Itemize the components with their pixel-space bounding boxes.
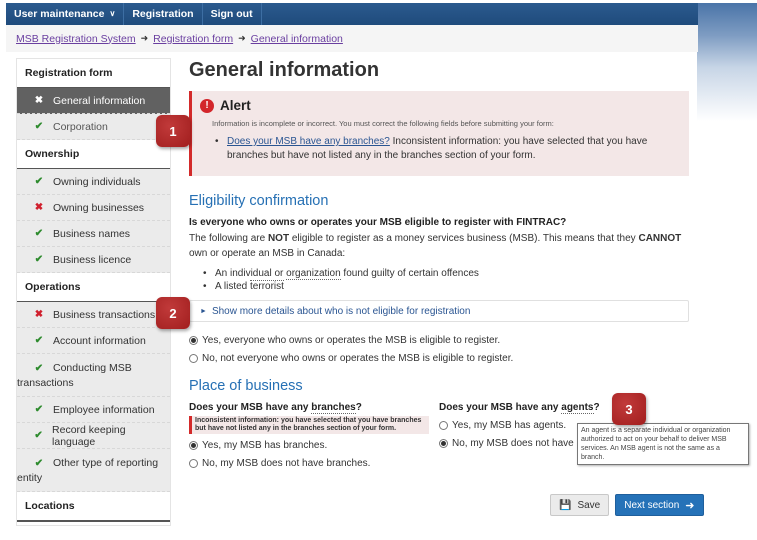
triangle-right-icon: ►: [200, 307, 207, 315]
branches-radio-yes[interactable]: Yes, my MSB has branches.: [189, 436, 439, 454]
check-icon: ✔: [34, 335, 44, 346]
sidebar-item-owning-businesses[interactable]: ✖ Owning businesses: [17, 195, 170, 221]
chevron-down-icon: ∨: [109, 9, 116, 18]
sidebar-heading-operations: Operations: [17, 273, 170, 302]
place-of-business-heading: Place of business: [189, 378, 303, 394]
sidebar-heading-ownership: Ownership: [17, 140, 170, 169]
sidebar-item-other-type-of-reporting-entity[interactable]: ✔ Other type of reporting entity: [17, 449, 170, 492]
sidebar-item-record-keeping-language[interactable]: ✔ Record keeping language: [17, 423, 170, 449]
error-icon: ✖: [34, 202, 44, 213]
branches-question: Does your MSB have any branches?: [189, 402, 362, 414]
breadcrumb-registration-form[interactable]: Registration form: [153, 33, 233, 45]
radio-selected: [189, 440, 198, 450]
alert-error-item: Does your MSB have any branches? Inconsi…: [215, 135, 679, 163]
definition-term-branches[interactable]: branches: [311, 402, 356, 414]
error-icon: ✖: [34, 95, 44, 106]
callout-badge-3: 3: [612, 393, 646, 425]
radio-unselected: [189, 458, 198, 468]
floppy-disk-icon: 💾: [559, 499, 572, 511]
radio-selected: [439, 438, 448, 448]
eligibility-question: Is everyone who owns or operates your MS…: [189, 217, 567, 228]
show-more-details-toggle[interactable]: ► Show more details about who is not eli…: [189, 300, 689, 322]
eligibility-intro: The following are NOT eligible to regist…: [189, 233, 682, 259]
check-icon: ✔: [34, 404, 44, 415]
breadcrumb: MSB Registration System ➜ Registration f…: [6, 25, 698, 52]
nav-sign-out[interactable]: Sign out: [203, 3, 262, 25]
sidebar-item-conducting-msb-transactions[interactable]: ✔ Conducting MSB transactions: [17, 354, 170, 397]
save-button[interactable]: 💾 Save: [550, 494, 610, 516]
ineligible-item: A listed terrorist: [203, 280, 689, 293]
agents-question: Does your MSB have any agents?: [439, 402, 600, 414]
sidebar: Registration form ✖ General information …: [16, 58, 171, 526]
exclamation-icon: !: [200, 98, 214, 113]
arrow-right-icon: ➜: [238, 33, 246, 43]
sidebar-item-employee-information[interactable]: ✔ Employee information: [17, 397, 170, 423]
breadcrumb-msb-registration-system[interactable]: MSB Registration System: [16, 33, 136, 45]
alert-error-list: Does your MSB have any branches? Inconsi…: [215, 135, 679, 163]
sidebar-item-owning-individuals[interactable]: ✔ Owning individuals: [17, 169, 170, 195]
eligibility-radio-no[interactable]: No, not everyone who owns or operates th…: [189, 349, 689, 367]
definition-term-agents[interactable]: agents: [561, 402, 594, 414]
check-icon: ✔: [34, 254, 44, 265]
sidebar-item-general-information[interactable]: ✖ General information: [17, 88, 170, 114]
sidebar-item-corporation[interactable]: ✔ Corporation: [17, 114, 170, 140]
eligibility-radio-yes[interactable]: Yes, everyone who owns or operates the M…: [189, 331, 689, 349]
sidebar-heading-locations: Locations: [17, 492, 170, 521]
sidebar-divider: [17, 521, 170, 525]
check-icon: ✔: [34, 228, 44, 239]
ineligible-list: An individual or organization found guil…: [203, 267, 689, 293]
top-navigation: User maintenance ∨ Registration Sign out: [6, 3, 698, 25]
branches-radio-no[interactable]: No, my MSB does not have branches.: [189, 454, 439, 472]
breadcrumb-general-information[interactable]: General information: [251, 33, 343, 45]
alert-title: Alert: [220, 98, 251, 113]
error-icon: ✖: [34, 309, 44, 320]
callout-badge-1: 1: [156, 115, 190, 147]
form-actions: 💾 Save Next section ➜: [550, 494, 704, 516]
alert-message: Information is incomplete or incorrect. …: [212, 119, 554, 128]
check-icon: ✔: [34, 458, 44, 469]
definition-term-organization[interactable]: organization: [286, 268, 341, 280]
arrow-right-icon: ➜: [140, 33, 149, 43]
alert-box: ! Alert Information is incomplete or inc…: [189, 91, 689, 176]
arrow-right-icon: ➜: [685, 499, 695, 512]
ineligible-item: An individual or organization found guil…: [203, 267, 689, 280]
callout-badge-2: 2: [156, 297, 190, 329]
sidebar-item-business-transactions[interactable]: ✖ Business transactions: [17, 302, 170, 328]
next-section-button[interactable]: Next section ➜: [615, 494, 704, 516]
sidebar-item-account-information[interactable]: ✔ Account information: [17, 328, 170, 354]
alert-error-link-branches[interactable]: Does your MSB have any branches?: [227, 136, 390, 147]
check-icon: ✔: [34, 430, 43, 441]
branches-question-group: Does your MSB have any branches? Inconsi…: [189, 402, 439, 472]
radio-unselected: [189, 353, 198, 363]
radio-selected: [189, 335, 198, 345]
check-icon: ✔: [34, 363, 44, 374]
definition-term-terrorist[interactable]: terrorist: [250, 280, 284, 292]
check-icon: ✔: [34, 176, 44, 187]
eligibility-heading: Eligibility confirmation: [189, 193, 329, 209]
branches-inline-error: Inconsistent information: you have selec…: [189, 416, 429, 434]
agent-definition-tooltip: An agent is a separate individual or org…: [577, 423, 749, 465]
radio-unselected: [439, 420, 448, 430]
nav-user-maintenance[interactable]: User maintenance ∨: [6, 3, 125, 25]
check-icon: ✔: [34, 121, 44, 132]
sidebar-item-business-licence[interactable]: ✔ Business licence: [17, 247, 170, 273]
sidebar-heading-registration-form: Registration form: [17, 59, 170, 88]
sidebar-item-business-names[interactable]: ✔ Business names: [17, 221, 170, 247]
page-title: General information: [189, 59, 380, 81]
nav-registration[interactable]: Registration: [124, 3, 203, 25]
